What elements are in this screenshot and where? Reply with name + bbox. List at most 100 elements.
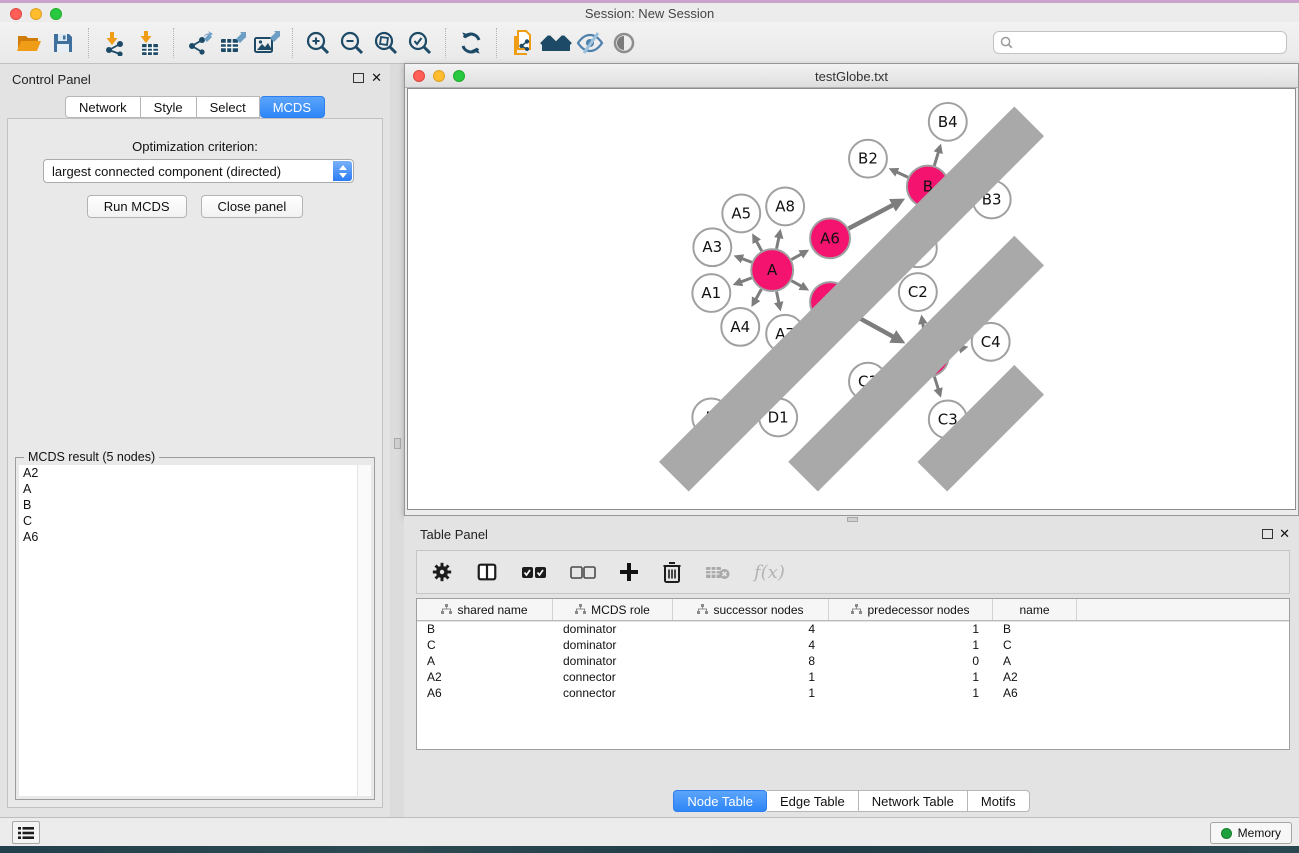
- table-cell[interactable]: 1: [673, 686, 829, 700]
- task-history-button[interactable]: [12, 821, 40, 844]
- copy-network-button[interactable]: [505, 26, 539, 60]
- delete-column-button[interactable]: [662, 561, 682, 583]
- export-table-button[interactable]: [216, 26, 250, 60]
- list-item[interactable]: A6: [19, 529, 371, 545]
- import-network-button[interactable]: [97, 26, 131, 60]
- list-item[interactable]: A: [19, 481, 371, 497]
- deselect-all-button[interactable]: [570, 564, 596, 580]
- resize-grip-icon[interactable]: [408, 89, 1295, 509]
- list-item[interactable]: B: [19, 497, 371, 513]
- attribute-tree-icon: [441, 604, 452, 615]
- float-panel-icon[interactable]: [1262, 529, 1273, 539]
- tab-edge-table[interactable]: Edge Table: [767, 790, 859, 812]
- zoom-fit-button[interactable]: [369, 26, 403, 60]
- table-panel-title: Table Panel: [420, 527, 488, 542]
- save-session-button[interactable]: [46, 26, 80, 60]
- network-canvas[interactable]: B4B2BB3A5A8A6A3B1AA1C2A2A4A7C4CC1DD1C3: [407, 88, 1296, 510]
- table-cell[interactable]: 1: [829, 670, 993, 684]
- delete-table-button[interactable]: [705, 563, 731, 581]
- tab-mcds[interactable]: MCDS: [260, 96, 325, 118]
- column-header-predecessor-nodes[interactable]: predecessor nodes: [829, 599, 993, 620]
- column-header-MCDS-role[interactable]: MCDS role: [553, 599, 673, 620]
- table-cell[interactable]: A6: [993, 686, 1077, 700]
- table-cell[interactable]: B: [993, 622, 1077, 636]
- close-panel-icon[interactable]: ✕: [1279, 526, 1290, 542]
- table-cell[interactable]: 1: [829, 622, 993, 636]
- list-item[interactable]: C: [19, 513, 371, 529]
- tab-network[interactable]: Network: [65, 96, 141, 118]
- export-network-button[interactable]: [182, 26, 216, 60]
- run-mcds-button[interactable]: Run MCDS: [87, 195, 187, 218]
- function-builder-button[interactable]: f(x): [754, 562, 785, 583]
- application-window: Session: New Session: [0, 0, 1299, 853]
- mcds-result-list[interactable]: A2 A B C A6: [19, 465, 371, 796]
- table-cell[interactable]: dominator: [553, 654, 673, 668]
- gear-icon: [431, 561, 453, 583]
- table-row[interactable]: Adominator80A: [417, 653, 1289, 669]
- column-header-successor-nodes[interactable]: successor nodes: [673, 599, 829, 620]
- export-image-button[interactable]: [250, 26, 284, 60]
- app-title: Session: New Session: [0, 6, 1299, 21]
- table-cell[interactable]: A2: [993, 670, 1077, 684]
- open-session-button[interactable]: [12, 26, 46, 60]
- table-row[interactable]: A6connector11A6: [417, 685, 1289, 701]
- network-window-titlebar[interactable]: testGlobe.txt: [405, 64, 1298, 88]
- copy-network-icon: [509, 29, 535, 57]
- float-panel-icon[interactable]: [353, 73, 364, 83]
- table-cell[interactable]: 4: [673, 638, 829, 652]
- zoom-selected-button[interactable]: [403, 26, 437, 60]
- hide-graphics-details-button[interactable]: [573, 26, 607, 60]
- network-window-title: testGlobe.txt: [405, 69, 1298, 84]
- table-cell[interactable]: dominator: [553, 622, 673, 636]
- memory-button[interactable]: Memory: [1210, 822, 1292, 844]
- node-table: shared nameMCDS rolesuccessor nodesprede…: [416, 598, 1290, 750]
- zoom-in-button[interactable]: [301, 26, 335, 60]
- table-row[interactable]: Cdominator41C: [417, 637, 1289, 653]
- tab-network-table[interactable]: Network Table: [859, 790, 968, 812]
- table-row[interactable]: A2connector11A2: [417, 669, 1289, 685]
- close-panel-button[interactable]: Close panel: [201, 195, 304, 218]
- table-cell[interactable]: A: [417, 654, 553, 668]
- table-cell[interactable]: 4: [673, 622, 829, 636]
- table-cell[interactable]: 1: [673, 670, 829, 684]
- eye-slash-icon: [576, 31, 604, 55]
- refresh-view-button[interactable]: [454, 26, 488, 60]
- tab-motifs[interactable]: Motifs: [968, 790, 1030, 812]
- list-scrollbar[interactable]: [357, 465, 371, 796]
- birds-eye-view-button[interactable]: [539, 26, 573, 60]
- list-item[interactable]: A2: [19, 465, 371, 481]
- splitter-grip[interactable]: [394, 438, 401, 449]
- tab-select[interactable]: Select: [197, 96, 260, 118]
- column-header-shared-name[interactable]: shared name: [417, 599, 553, 620]
- table-cell[interactable]: A2: [417, 670, 553, 684]
- table-cell[interactable]: 1: [829, 686, 993, 700]
- select-all-button[interactable]: [521, 564, 547, 580]
- tab-node-table[interactable]: Node Table: [673, 790, 767, 812]
- table-cell[interactable]: 0: [829, 654, 993, 668]
- table-cell[interactable]: connector: [553, 670, 673, 684]
- show-graphics-details-button[interactable]: [607, 26, 641, 60]
- import-table-button[interactable]: [131, 26, 165, 60]
- table-cell[interactable]: dominator: [553, 638, 673, 652]
- close-panel-icon[interactable]: ✕: [371, 70, 382, 86]
- tab-style[interactable]: Style: [141, 96, 197, 118]
- table-cell[interactable]: connector: [553, 686, 673, 700]
- column-header-name[interactable]: name: [993, 599, 1077, 620]
- table-cell[interactable]: B: [417, 622, 553, 636]
- table-settings-button[interactable]: [431, 561, 453, 583]
- table-cell[interactable]: 1: [829, 638, 993, 652]
- table-cell[interactable]: C: [417, 638, 553, 652]
- add-column-button[interactable]: [619, 562, 639, 582]
- search-field[interactable]: [993, 31, 1287, 54]
- table-cell[interactable]: A6: [417, 686, 553, 700]
- table-row[interactable]: Bdominator41B: [417, 621, 1289, 637]
- search-input[interactable]: [1017, 36, 1286, 50]
- table-cell[interactable]: C: [993, 638, 1077, 652]
- zoom-out-button[interactable]: [335, 26, 369, 60]
- show-columns-button[interactable]: [476, 561, 498, 583]
- panel-splitter[interactable]: [390, 64, 404, 817]
- table-cell[interactable]: A: [993, 654, 1077, 668]
- table-cell[interactable]: 8: [673, 654, 829, 668]
- column-header-filler: [1077, 599, 1289, 620]
- criterion-select[interactable]: largest connected component (directed): [43, 159, 354, 183]
